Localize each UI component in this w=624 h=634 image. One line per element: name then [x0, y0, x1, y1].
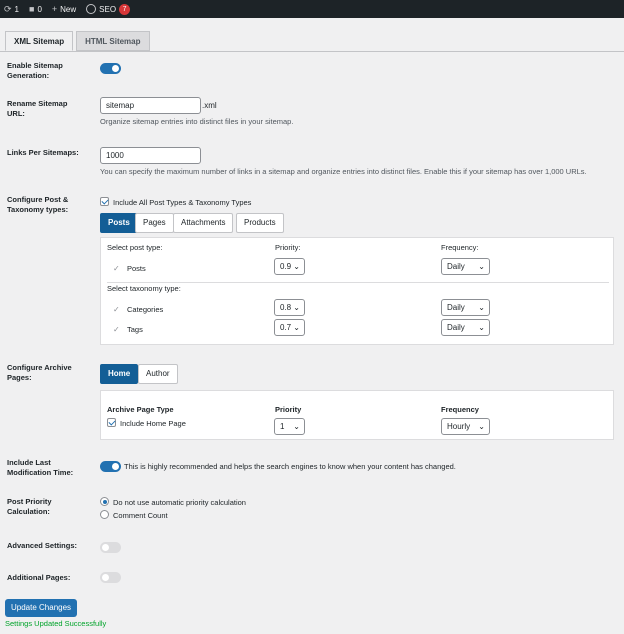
- tags-check-icon[interactable]: ✓: [113, 325, 120, 334]
- categories-frequency-value: Daily: [447, 303, 465, 312]
- posts-priority-value: 0.9: [280, 262, 292, 271]
- additional-pages-label: Additional Pages:: [7, 573, 71, 582]
- update-changes-button[interactable]: Update Changes: [5, 599, 78, 617]
- tags-priority-value: 0.7: [280, 323, 292, 332]
- archive-priority-header: Priority: [275, 405, 302, 414]
- seo-label: SEO: [99, 4, 117, 14]
- rename-help: Organize sitemap entries into distinct f…: [100, 117, 294, 126]
- categories-priority-value: 0.8: [280, 303, 292, 312]
- include-all-label: Include All Post Types & Taxonomy Types: [113, 198, 252, 207]
- taxonomy-name: Categories: [127, 305, 164, 314]
- sitemap-url-suffix: .xml: [202, 101, 217, 110]
- chevron-down-icon: ⌄: [478, 262, 485, 271]
- tags-frequency-value: Daily: [447, 323, 465, 332]
- refresh-icon: ⟳: [4, 3, 12, 14]
- comments-count: 0: [37, 4, 42, 14]
- plus-icon: +: [51, 4, 58, 14]
- rename-sitemap-label: Rename Sitemap URL:: [7, 99, 68, 118]
- tab-divider: [0, 51, 624, 52]
- home-priority-select[interactable]: 1 ⌄: [274, 418, 305, 435]
- tab-author[interactable]: Author: [138, 364, 178, 384]
- updates-count: 1: [14, 4, 19, 14]
- post-type-name: Posts: [127, 264, 146, 273]
- frequency-header: Frequency:: [441, 243, 479, 252]
- chevron-down-icon: ⌄: [293, 323, 300, 332]
- categories-check-icon[interactable]: ✓: [113, 305, 120, 314]
- seo-badge: 7: [119, 3, 131, 15]
- taxonomy-name: Tags: [127, 325, 143, 334]
- posts-frequency-select[interactable]: Daily ⌄: [441, 258, 490, 275]
- chevron-down-icon: ⌄: [478, 422, 485, 431]
- tags-priority-select[interactable]: 0.7 ⌄: [274, 319, 305, 336]
- comments-item[interactable]: ■ 0: [29, 4, 42, 14]
- sitemap-url-input[interactable]: sitemap: [100, 97, 201, 114]
- categories-priority-select[interactable]: 0.8 ⌄: [274, 299, 305, 316]
- include-home-checkbox[interactable]: [107, 418, 116, 427]
- links-per-sitemap-input[interactable]: 1000: [100, 147, 201, 164]
- success-message: Settings Updated Successfully: [5, 619, 107, 628]
- admin-bar: ⟳ 1 ■ 0 + New SEO 7: [0, 0, 624, 18]
- include-all-checkbox[interactable]: [100, 197, 109, 206]
- taxonomy-header: Select taxonomy type:: [107, 284, 181, 293]
- post-taxonomy-label: Configure Post & Taxonomy types:: [7, 195, 69, 214]
- tab-pages[interactable]: Pages: [135, 213, 174, 233]
- tab-products[interactable]: Products: [236, 213, 284, 233]
- archive-type-header: Archive Page Type: [107, 405, 174, 414]
- chevron-down-icon: ⌄: [478, 323, 485, 332]
- new-label: New: [60, 4, 77, 14]
- archive-pages-label: Configure Archive Pages:: [7, 363, 72, 382]
- priority-option-comment-radio[interactable]: [100, 510, 109, 519]
- chevron-down-icon: ⌄: [293, 262, 300, 271]
- links-per-sitemap-label: Links Per Sitemaps:: [7, 148, 79, 157]
- posts-check-icon[interactable]: ✓: [113, 264, 120, 273]
- additional-pages-toggle[interactable]: [100, 572, 121, 583]
- tab-xml-sitemap[interactable]: XML Sitemap: [5, 31, 74, 51]
- priority-calc-label: Post Priority Calculation:: [7, 497, 52, 516]
- home-frequency-value: Hourly: [447, 422, 471, 431]
- new-item[interactable]: + New: [52, 4, 76, 14]
- priority-header: Priority:: [275, 243, 301, 252]
- chevron-down-icon: ⌄: [293, 303, 300, 312]
- advanced-settings-toggle[interactable]: [100, 542, 121, 553]
- priority-option-none-label: Do not use automatic priority calculatio…: [113, 498, 246, 507]
- seo-item[interactable]: SEO 7: [86, 3, 131, 15]
- tab-attachments[interactable]: Attachments: [173, 213, 234, 233]
- post-type-header: Select post type:: [107, 243, 163, 252]
- advanced-settings-label: Advanced Settings:: [7, 541, 78, 550]
- tags-frequency-select[interactable]: Daily ⌄: [441, 319, 490, 336]
- tab-posts[interactable]: Posts: [100, 213, 138, 233]
- last-modification-toggle[interactable]: [100, 461, 121, 472]
- links-help: You can specify the maximum number of li…: [100, 167, 587, 176]
- archive-frequency-header: Frequency: [441, 405, 479, 414]
- seo-icon: [86, 4, 97, 14]
- chevron-down-icon: ⌄: [293, 422, 300, 431]
- panel-divider: [107, 282, 609, 283]
- priority-option-comment-label: Comment Count: [113, 511, 168, 520]
- comment-icon: ■: [29, 4, 35, 14]
- home-priority-value: 1: [280, 422, 285, 431]
- chevron-down-icon: ⌄: [478, 303, 485, 312]
- last-modification-label: Include Last Modification Time:: [7, 458, 74, 477]
- include-home-label: Include Home Page: [120, 419, 186, 428]
- last-modification-help: This is highly recommended and helps the…: [124, 462, 456, 471]
- archive-panel: Archive Page Type Priority Frequency Inc…: [100, 390, 614, 440]
- posts-priority-select[interactable]: 0.9 ⌄: [274, 258, 305, 275]
- updates-item[interactable]: ⟳ 1: [4, 4, 19, 15]
- priority-option-none-radio[interactable]: [100, 497, 109, 506]
- sitemap-tabs: XML Sitemap HTML Sitemap: [5, 31, 153, 51]
- tab-html-sitemap[interactable]: HTML Sitemap: [76, 31, 150, 51]
- home-frequency-select[interactable]: Hourly ⌄: [441, 418, 490, 435]
- tab-home[interactable]: Home: [100, 364, 139, 384]
- enable-sitemap-toggle[interactable]: [100, 63, 121, 74]
- categories-frequency-select[interactable]: Daily ⌄: [441, 299, 490, 316]
- enable-sitemap-label: Enable Sitemap Generation:: [7, 61, 63, 80]
- posts-frequency-value: Daily: [447, 262, 465, 271]
- post-types-panel: Select post type: Priority: Frequency: ✓…: [100, 237, 614, 345]
